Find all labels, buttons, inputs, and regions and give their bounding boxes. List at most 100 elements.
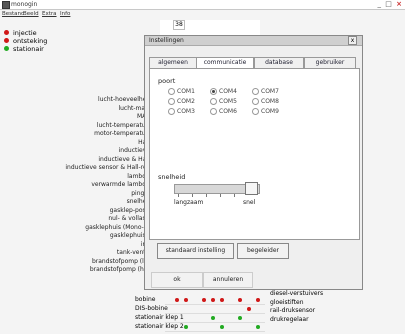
legend-label: ontsteking — [13, 37, 48, 45]
slider-max-label: snel — [243, 199, 256, 206]
list-item[interactable]: MAP-s — [0, 113, 155, 122]
menu-bar: Bestand Beeld Extra Info — [0, 10, 405, 18]
signal-dot — [238, 316, 242, 320]
list-item[interactable]: lucht-temperatuurs — [0, 122, 155, 131]
radio-com8[interactable] — [252, 98, 259, 105]
guide-button[interactable]: begeleider — [237, 243, 289, 259]
signal-dot — [175, 298, 179, 302]
ok-button[interactable]: ok — [151, 272, 203, 288]
table-row: DIS-bobine — [135, 305, 265, 314]
radio-com6[interactable] — [210, 108, 217, 115]
radio-com5[interactable] — [210, 98, 217, 105]
list-item[interactable]: lucht-hoeveelheids — [0, 96, 155, 105]
list-item[interactable]: lucht-massa — [0, 105, 155, 114]
window-controls: _ □ × — [378, 0, 403, 8]
slider-tick — [234, 194, 235, 197]
signal-dot — [211, 298, 215, 302]
radio-com6-label: COM6 — [219, 108, 237, 115]
default-settings-button[interactable]: standaard instelling — [157, 243, 234, 259]
header-box: 38 — [173, 20, 185, 30]
list-item[interactable]: tank-ventilat — [0, 249, 155, 258]
signal-dot — [256, 325, 260, 329]
sensor-list: lucht-hoeveelheids lucht-massa MAP-s luc… — [0, 96, 155, 275]
maximize-button[interactable]: □ — [385, 0, 393, 8]
signal-dot — [184, 325, 188, 329]
signal-dot — [247, 307, 251, 311]
slider-min-label: langzaam — [174, 199, 204, 206]
slider-tick — [178, 194, 179, 197]
legend-dot-icon — [4, 46, 9, 51]
row-label: bobine — [135, 296, 156, 303]
sensor-label: inductieve sensor & Hall-refer — [65, 164, 155, 171]
legend-dot-icon — [4, 30, 9, 35]
menu-extra[interactable]: Extra — [42, 11, 57, 17]
list-item[interactable]: gasklephuis (Mono-Mot — [0, 224, 155, 233]
radio-com4-label: COM4 — [219, 88, 237, 95]
row-label: DIS-bobine — [135, 305, 168, 312]
poort-label: poort — [158, 77, 176, 85]
list-item[interactable]: gasklephuis (M — [0, 232, 155, 241]
signal-dot — [220, 325, 224, 329]
tab-algemeen[interactable]: algemeen — [149, 57, 197, 68]
list-item[interactable]: inductieve & Hall-s — [0, 156, 155, 165]
signal-dot — [202, 298, 206, 302]
radio-com1-label: COM1 — [177, 88, 195, 95]
settings-dialog: Instellingen x algemeen communicatie dat… — [144, 35, 363, 290]
radio-com5-label: COM5 — [219, 98, 237, 105]
radio-com9-label: COM9 — [261, 108, 279, 115]
radio-com4[interactable] — [210, 88, 217, 95]
radio-com1[interactable] — [168, 88, 175, 95]
list-item[interactable]: injec — [0, 241, 155, 250]
radio-com7[interactable] — [252, 88, 259, 95]
dialog-title-bar: Instellingen x — [145, 36, 362, 46]
list-item[interactable]: verwarmde lambda-s — [0, 181, 155, 190]
list-item[interactable]: inductieve s — [0, 147, 155, 156]
right-sensor-list: diesel-verstuivers gloeistiften rail-dru… — [270, 290, 390, 324]
table-row: stationair klep 1 — [135, 314, 265, 323]
list-item[interactable]: pingel-s — [0, 190, 155, 199]
list-item[interactable]: rail-druksensor — [270, 307, 390, 316]
legend-label: stationair — [13, 45, 44, 53]
radio-com7-label: COM7 — [261, 88, 279, 95]
signal-grid: bobine DIS-bobine stationair klep 1 station… — [135, 296, 265, 332]
radio-com3[interactable] — [168, 108, 175, 115]
dialog-title: Instellingen — [149, 37, 184, 44]
list-item[interactable]: drukregelaar — [270, 316, 390, 325]
snelheid-label: snelheid — [158, 173, 186, 181]
list-item[interactable]: motor-temperatuurs — [0, 130, 155, 139]
row-label: stationair klep 1 — [135, 314, 184, 321]
app-icon — [2, 1, 10, 9]
legend-label: injectie — [13, 29, 37, 37]
radio-com2[interactable] — [168, 98, 175, 105]
list-item[interactable]: inductieve sensor & Hall-refer — [0, 164, 155, 173]
radio-com8-label: COM8 — [261, 98, 279, 105]
signal-dot — [256, 298, 260, 302]
list-item[interactable]: brandstofpomp (hoge — [0, 266, 155, 275]
tab-database[interactable]: database — [254, 57, 304, 68]
row-label: stationair klep 2 — [135, 323, 184, 330]
list-item[interactable]: Hall-s — [0, 139, 155, 148]
close-button[interactable]: × — [396, 0, 403, 8]
radio-com9[interactable] — [252, 108, 259, 115]
list-item[interactable]: brandstofpomp (lage — [0, 258, 155, 267]
signal-dot — [184, 298, 188, 302]
cancel-button[interactable]: annuleren — [203, 272, 253, 288]
list-item[interactable]: gloeistiften — [270, 299, 390, 308]
dialog-close-icon[interactable]: x — [348, 36, 357, 45]
list-item[interactable]: gasklep-positie — [0, 207, 155, 216]
menu-bestand[interactable]: Bestand — [2, 11, 25, 17]
slider-tick — [220, 194, 221, 197]
list-item[interactable]: lambda-s — [0, 173, 155, 182]
table-row: stationair klep 2 — [135, 323, 265, 332]
minimize-button[interactable]: _ — [378, 0, 383, 8]
legend-dot-icon — [4, 38, 9, 43]
menu-beeld[interactable]: Beeld — [23, 11, 39, 17]
speed-slider-handle[interactable] — [245, 182, 258, 195]
list-item[interactable]: snelheids — [0, 198, 155, 207]
list-item[interactable]: nul- & vollastco — [0, 215, 155, 224]
list-item[interactable]: diesel-verstuivers — [270, 290, 390, 299]
slider-tick — [206, 194, 207, 197]
tab-gebruiker[interactable]: gebruiker — [304, 57, 356, 68]
tab-bar: algemeen communicatie database gebruiker — [149, 57, 360, 69]
menu-info[interactable]: Info — [60, 11, 70, 17]
